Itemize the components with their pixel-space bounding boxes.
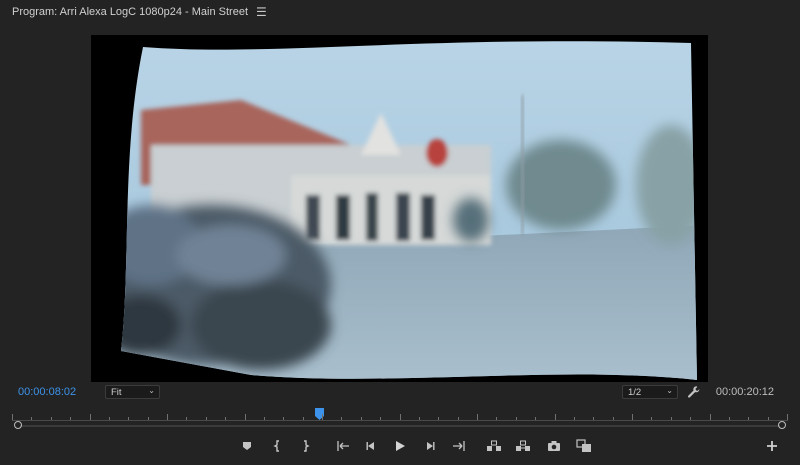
time-ruler[interactable] (12, 408, 788, 422)
ruler-tick (613, 417, 614, 420)
add-marker-button[interactable] (239, 438, 255, 454)
zoom-scroll-bar[interactable] (14, 421, 786, 431)
zoom-scroll-start-handle[interactable] (14, 421, 22, 429)
ruler-tick (748, 417, 749, 420)
ruler-tick (322, 414, 323, 420)
transport-controls (0, 437, 800, 455)
export-frame-button[interactable] (546, 438, 562, 454)
zoom-scroll-end-handle[interactable] (778, 421, 786, 429)
panel-title: Program: Arri Alexa LogC 1080p24 - Main … (12, 6, 249, 18)
playback-resolution-select[interactable]: 1/2 ⌄ (622, 385, 678, 399)
ruler-tick (516, 417, 517, 420)
ruler-tick (458, 417, 459, 420)
step-back-button[interactable] (363, 438, 379, 454)
mark-out-icon (304, 440, 310, 452)
video-frame (91, 35, 708, 382)
extract-button[interactable] (515, 438, 531, 454)
ruler-tick (12, 414, 13, 420)
ruler-tick (690, 417, 691, 420)
mark-in-button[interactable] (270, 438, 286, 454)
camera-icon (548, 441, 560, 451)
ruler-tick (400, 414, 401, 420)
ruler-tick (90, 414, 91, 420)
ruler-tick (671, 417, 672, 420)
ruler-tick (361, 417, 362, 420)
ruler-tick (31, 417, 32, 420)
ruler-tick (710, 414, 711, 420)
chevron-down-icon: ⌄ (148, 386, 155, 395)
play-icon (396, 441, 405, 451)
step-forward-button[interactable] (422, 438, 438, 454)
ruler-tick (496, 417, 497, 420)
program-monitor-viewer[interactable] (91, 35, 708, 382)
mark-out-button[interactable] (297, 438, 313, 454)
ruler-tick (283, 417, 284, 420)
ruler-tick (206, 417, 207, 420)
ruler-tick (341, 417, 342, 420)
ruler-tick (264, 417, 265, 420)
go-to-out-icon (453, 441, 465, 451)
ruler-tick (651, 417, 652, 420)
duration-timecode: 00:00:20:12 (715, 386, 774, 398)
chevron-down-icon: ⌄ (666, 386, 673, 395)
marker-icon (243, 442, 251, 450)
comparison-view-button[interactable] (576, 438, 592, 454)
zoom-scroll-track (20, 425, 780, 427)
plus-icon (767, 441, 777, 451)
ruler-tick (148, 417, 149, 420)
zoom-level-select[interactable]: Fit ⌄ (105, 385, 160, 399)
play-button[interactable] (392, 438, 408, 454)
step-back-icon (366, 442, 374, 450)
ruler-tick (787, 414, 788, 420)
ruler-tick (303, 417, 304, 420)
ruler-tick (167, 414, 168, 420)
ruler-tick (593, 417, 594, 420)
lift-button[interactable] (486, 438, 502, 454)
zoom-level-value: Fit (111, 386, 122, 398)
go-to-in-icon (337, 441, 349, 451)
go-to-in-button[interactable] (335, 438, 351, 454)
mark-in-icon (273, 440, 279, 452)
ruler-tick (70, 417, 71, 420)
ruler-tick (477, 414, 478, 420)
ruler-tick (109, 417, 110, 420)
ruler-tick (574, 417, 575, 420)
monitor-controls-row: 00:00:08:02 Fit ⌄ 1/2 ⌄ 00:00:20:12 (0, 384, 800, 402)
ruler-tick (380, 417, 381, 420)
ruler-tick (186, 417, 187, 420)
ruler-tick (51, 417, 52, 420)
lift-icon (487, 440, 501, 451)
ruler-tick (128, 417, 129, 420)
step-forward-icon (427, 442, 435, 450)
ruler-tick (555, 414, 556, 420)
panel-header: Program: Arri Alexa LogC 1080p24 - Main … (0, 0, 800, 24)
ruler-tick (729, 417, 730, 420)
current-timecode[interactable]: 00:00:08:02 (18, 386, 76, 398)
button-editor-button[interactable] (764, 438, 780, 454)
comparison-icon (576, 439, 591, 452)
ruler-tick (419, 417, 420, 420)
ruler-tick (768, 417, 769, 420)
ruler-tick (245, 414, 246, 420)
playback-resolution-value: 1/2 (628, 386, 642, 398)
extract-icon (516, 440, 530, 451)
hamburger-menu-icon[interactable]: ☰ (256, 5, 267, 19)
ruler-tick (225, 417, 226, 420)
ruler-tick (535, 417, 536, 420)
ruler-tick (438, 417, 439, 420)
ruler-tick (632, 414, 633, 420)
go-to-out-button[interactable] (451, 438, 467, 454)
wrench-icon[interactable] (687, 385, 701, 399)
